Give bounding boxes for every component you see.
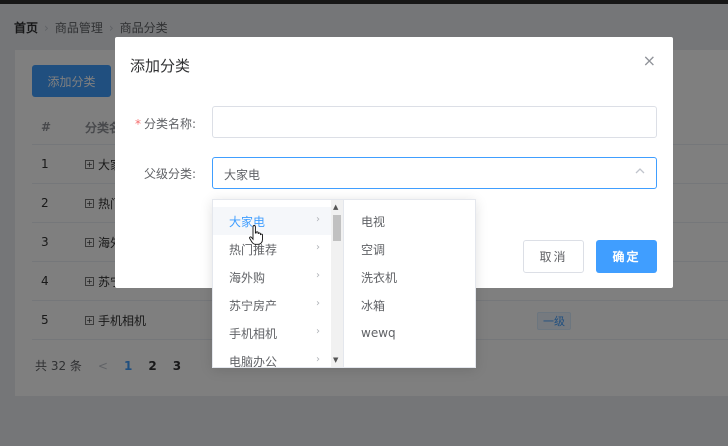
cascader-item[interactable]: 海外购 › — [213, 263, 343, 291]
chevron-right-icon: › — [316, 270, 320, 281]
scroll-up-icon[interactable]: ▲ — [333, 203, 338, 211]
confirm-button[interactable]: 确定 — [596, 240, 657, 273]
cascader-item[interactable]: 空调 — [345, 235, 476, 263]
cascader-item-label: 苏宁房产 — [229, 298, 278, 313]
scrollbar-thumb[interactable] — [333, 215, 341, 241]
scroll-down-icon[interactable]: ▼ — [333, 356, 338, 364]
required-mark: * — [135, 117, 141, 131]
cascader-item[interactable]: 热门推荐 › — [213, 235, 343, 263]
parent-category-label: 父级分类: — [144, 167, 197, 181]
chevron-up-icon — [634, 165, 646, 180]
cascader-item-label: 海外购 — [229, 270, 266, 285]
cascader-item[interactable]: 电脑办公 › — [213, 347, 343, 368]
chevron-right-icon: › — [316, 354, 320, 365]
cascader-menu-level2: 电视 空调 洗衣机 冰箱 wewq — [345, 200, 476, 367]
chevron-right-icon: › — [316, 242, 320, 253]
category-name-label-text: 分类名称: — [144, 117, 197, 131]
category-name-input[interactable] — [212, 106, 657, 138]
chevron-right-icon: › — [316, 214, 320, 225]
chevron-right-icon: › — [316, 326, 320, 337]
cascader-item[interactable]: 苏宁房产 › — [213, 291, 343, 319]
cascader-item[interactable]: 电视 — [345, 207, 476, 235]
chevron-right-icon: › — [316, 298, 320, 309]
cascader-item[interactable]: 冰箱 — [345, 291, 476, 319]
cascader-item[interactable]: wewq — [345, 319, 476, 347]
cascader-item[interactable]: 大家电 › — [213, 207, 343, 235]
cancel-button[interactable]: 取消 — [523, 240, 584, 273]
parent-category-cascader[interactable]: 大家电 — [212, 157, 657, 189]
hand-pointer-icon — [249, 225, 263, 245]
cascader-scrollbar[interactable]: ▲ ▼ — [331, 200, 343, 367]
close-icon[interactable]: × — [643, 51, 656, 70]
cascader-item-label: 手机相机 — [229, 326, 278, 341]
cascader-item[interactable]: 手机相机 › — [213, 319, 343, 347]
cascader-item[interactable]: 洗衣机 — [345, 263, 476, 291]
cascader-menu-level1: 大家电 › 热门推荐 › 海外购 › 苏宁房产 › 手机相机 › 电脑办公 › ▲ ▼ — [213, 200, 344, 367]
dialog-title: 添加分类 — [130, 57, 191, 75]
cascader-item-label: 电脑办公 — [229, 354, 278, 368]
category-name-label: * 分类名称: — [135, 115, 196, 132]
parent-category-value: 大家电 — [224, 168, 261, 182]
